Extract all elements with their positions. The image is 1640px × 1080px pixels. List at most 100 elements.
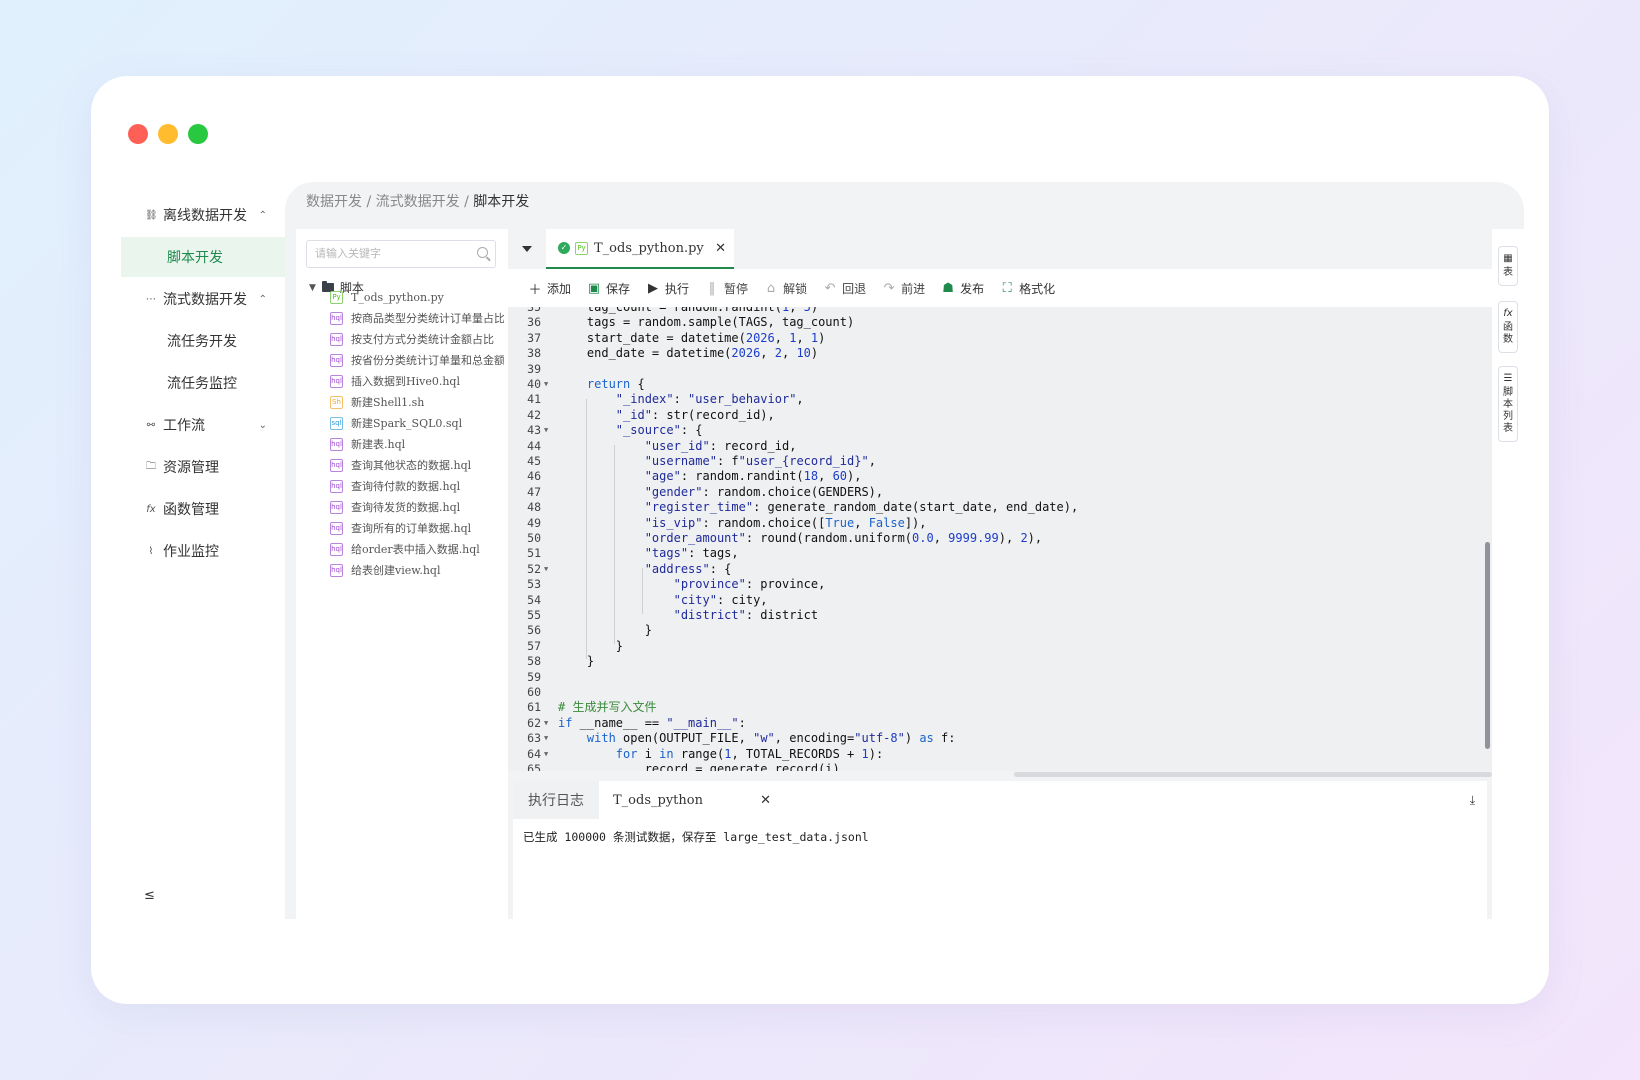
save-button[interactable]: ▣ 保存 [587, 280, 630, 297]
caret-down-icon[interactable]: ▼ [309, 283, 316, 293]
code-text: "age": random.randint(18, 60), [644, 469, 862, 484]
nav-script-dev[interactable]: 脚本开发 [121, 237, 285, 277]
tree-file-item[interactable]: Sh 新建Shell1.sh [330, 393, 504, 411]
line-number: 63 [527, 731, 541, 746]
code-line: 62 ▼ if __name__ == "__main__": [508, 716, 1492, 731]
line-number: 53 [527, 577, 541, 592]
side-navigation: ⛓ 离线数据开发 ⌃ 脚本开发 ⋯ 流式数据开发 ⌃ 流任务开发 流任务监控 ⚯… [121, 195, 285, 919]
tree-file-item[interactable]: sql 新建Spark_SQL0.sql [330, 414, 504, 432]
file-name: T_ods_python.py [351, 290, 444, 304]
pause-button[interactable]: ‖ 暂停 [705, 280, 748, 297]
line-number: 62 [527, 715, 541, 730]
tree-file-item[interactable]: hql 查询所有的订单数据.hql [330, 519, 504, 537]
pause-icon: ‖ [708, 280, 716, 296]
nav-label: 流任务监控 [167, 376, 237, 392]
tree-file-item[interactable]: Py T_ods_python.py [330, 288, 504, 306]
log-output-text: 已生成 100000 条测试数据，保存至 large_test_data.jso… [523, 830, 869, 844]
close-tab-icon[interactable]: ✕ [715, 241, 726, 256]
maximize-window-button[interactable] [188, 124, 208, 144]
run-button[interactable]: ▶ 执行 [646, 280, 689, 297]
format-button[interactable]: ⛶ 格式化 [1000, 280, 1056, 297]
search-input[interactable] [307, 241, 467, 267]
editor-vertical-scrollbar[interactable] [1485, 542, 1490, 749]
code-text: start_date = datetime(2026, 1, 1) [558, 330, 826, 345]
nav-resource-mgmt[interactable]: 🗀 资源管理 [121, 447, 285, 487]
publish-button[interactable]: ☗ 发布 [941, 280, 984, 297]
window-controls [128, 124, 208, 144]
close-tab-icon[interactable]: ✕ [760, 793, 771, 808]
code-line: 44 "user_id": record_id, [508, 439, 1492, 454]
download-icon[interactable]: ⤓ [1470, 793, 1475, 808]
collapse-menu-icon[interactable]: ≤ [144, 888, 155, 903]
fold-toggle-icon[interactable]: ▼ [544, 747, 548, 762]
fold-toggle-icon[interactable]: ▼ [544, 731, 548, 746]
function-panel-button[interactable]: fx 函数 [1498, 301, 1518, 353]
line-number: 49 [527, 515, 541, 530]
file-type-icon: hql [330, 353, 343, 367]
script-list-panel-button[interactable]: ☰ 脚本列表 [1498, 366, 1518, 442]
tree-file-item[interactable]: hql 新建表.hql [330, 435, 504, 453]
tab-dropdown-icon[interactable] [522, 246, 532, 252]
nav-label: 作业监控 [163, 544, 219, 560]
nav-stream-task-monitor[interactable]: 流任务监控 [121, 363, 285, 403]
code-line: 54 "city": city, [508, 593, 1492, 608]
search-icon[interactable] [477, 247, 488, 258]
breadcrumb-item[interactable]: 流式数据开发 [376, 194, 460, 210]
code-line: 39 [508, 362, 1492, 377]
code-text: "province": province, [673, 577, 826, 592]
breadcrumb-item[interactable]: 数据开发 [306, 194, 362, 210]
nav-stream-task-dev[interactable]: 流任务开发 [121, 321, 285, 361]
nav-label: 流式数据开发 [163, 292, 247, 308]
tree-file-item[interactable]: hql 查询其他状态的数据.hql [330, 456, 504, 474]
nav-label: 脚本开发 [167, 250, 223, 266]
unlock-button[interactable]: ⌂ 解锁 [764, 280, 807, 297]
line-number: 46 [527, 469, 541, 484]
tree-file-item[interactable]: hql 查询待发货的数据.hql [330, 498, 504, 516]
tab-run-output[interactable]: T_ods_python ✕ [599, 781, 779, 819]
nav-workflow[interactable]: ⚯ 工作流 ⌄ [121, 405, 285, 445]
fold-toggle-icon[interactable]: ▼ [544, 377, 548, 392]
table-panel-button[interactable]: ▦ 表 [1498, 246, 1518, 286]
add-button[interactable]: ＋ 添加 [528, 279, 571, 298]
list-icon: ☰ [1503, 373, 1513, 384]
dots-icon: ⋯ [146, 293, 156, 305]
code-line: 35 tag_count = random.randint(1, 5) [508, 307, 1492, 315]
file-name: 按支付方式分类统计金额占比 [351, 333, 494, 346]
line-number: 35 [527, 307, 541, 314]
breadcrumb-separator: / [362, 194, 376, 210]
toolbar-label: 回退 [842, 281, 867, 296]
editor-horizontal-scrollbar[interactable] [1014, 772, 1492, 777]
tree-file-item[interactable]: hql 按支付方式分类统计金额占比 [330, 330, 504, 348]
fold-toggle-icon[interactable]: ▼ [544, 562, 548, 577]
tree-file-item[interactable]: hql 按省份分类统计订单量和总金额 [330, 351, 504, 369]
fold-toggle-icon[interactable]: ▼ [544, 716, 548, 731]
redo-button[interactable]: ↷ 前进 [882, 280, 925, 297]
undo-button[interactable]: ↶ 回退 [823, 280, 866, 297]
editor-tab-active[interactable]: ✓ Py T_ods_python.py ✕ [546, 229, 734, 269]
nav-stream-data-dev[interactable]: ⋯ 流式数据开发 ⌃ [121, 279, 285, 319]
minimize-window-button[interactable] [158, 124, 178, 144]
chevron-up-icon: ⌃ [258, 209, 267, 221]
line-number: 54 [527, 592, 541, 607]
code-text: "order_amount": round(random.uniform(0.0… [644, 531, 1043, 545]
nav-function-mgmt[interactable]: fx 函数管理 [121, 489, 285, 529]
tree-file-item[interactable]: hql 给表创建view.hql [330, 561, 504, 579]
tree-file-item[interactable]: hql 按商品类型分类统计订单量占比 [330, 309, 504, 327]
file-name: 查询待发货的数据.hql [351, 501, 461, 514]
check-circle-icon: ✓ [558, 242, 570, 254]
code-text: "is_vip": random.choice([True, False]), [644, 515, 927, 530]
code-text: tag_count = random.randint(1, 5) [558, 307, 819, 314]
toolbar-label: 执行 [665, 281, 690, 296]
file-type-icon: Py [330, 290, 343, 304]
tree-file-item[interactable]: hql 插入数据到Hive0.hql [330, 372, 504, 390]
nav-offline-data-dev[interactable]: ⛓ 离线数据开发 ⌃ [121, 195, 285, 235]
tab-execution-log[interactable]: 执行日志 [513, 781, 599, 819]
code-editor[interactable]: 35 tag_count = random.randint(1, 5) 36 ta… [508, 307, 1492, 771]
fold-toggle-icon[interactable]: ▼ [544, 423, 548, 438]
tree-file-item[interactable]: hql 给order表中插入数据.hql [330, 540, 504, 558]
script-tree-panel: ▼ 脚本 PyT_ods_python.pyhql按商品类型分类统计订单量占比h… [296, 229, 508, 919]
tree-file-item[interactable]: hql 查询待付款的数据.hql [330, 477, 504, 495]
close-window-button[interactable] [128, 124, 148, 144]
chevron-up-icon: ⌃ [258, 293, 267, 305]
nav-job-monitor[interactable]: ⌇ 作业监控 [121, 531, 285, 571]
